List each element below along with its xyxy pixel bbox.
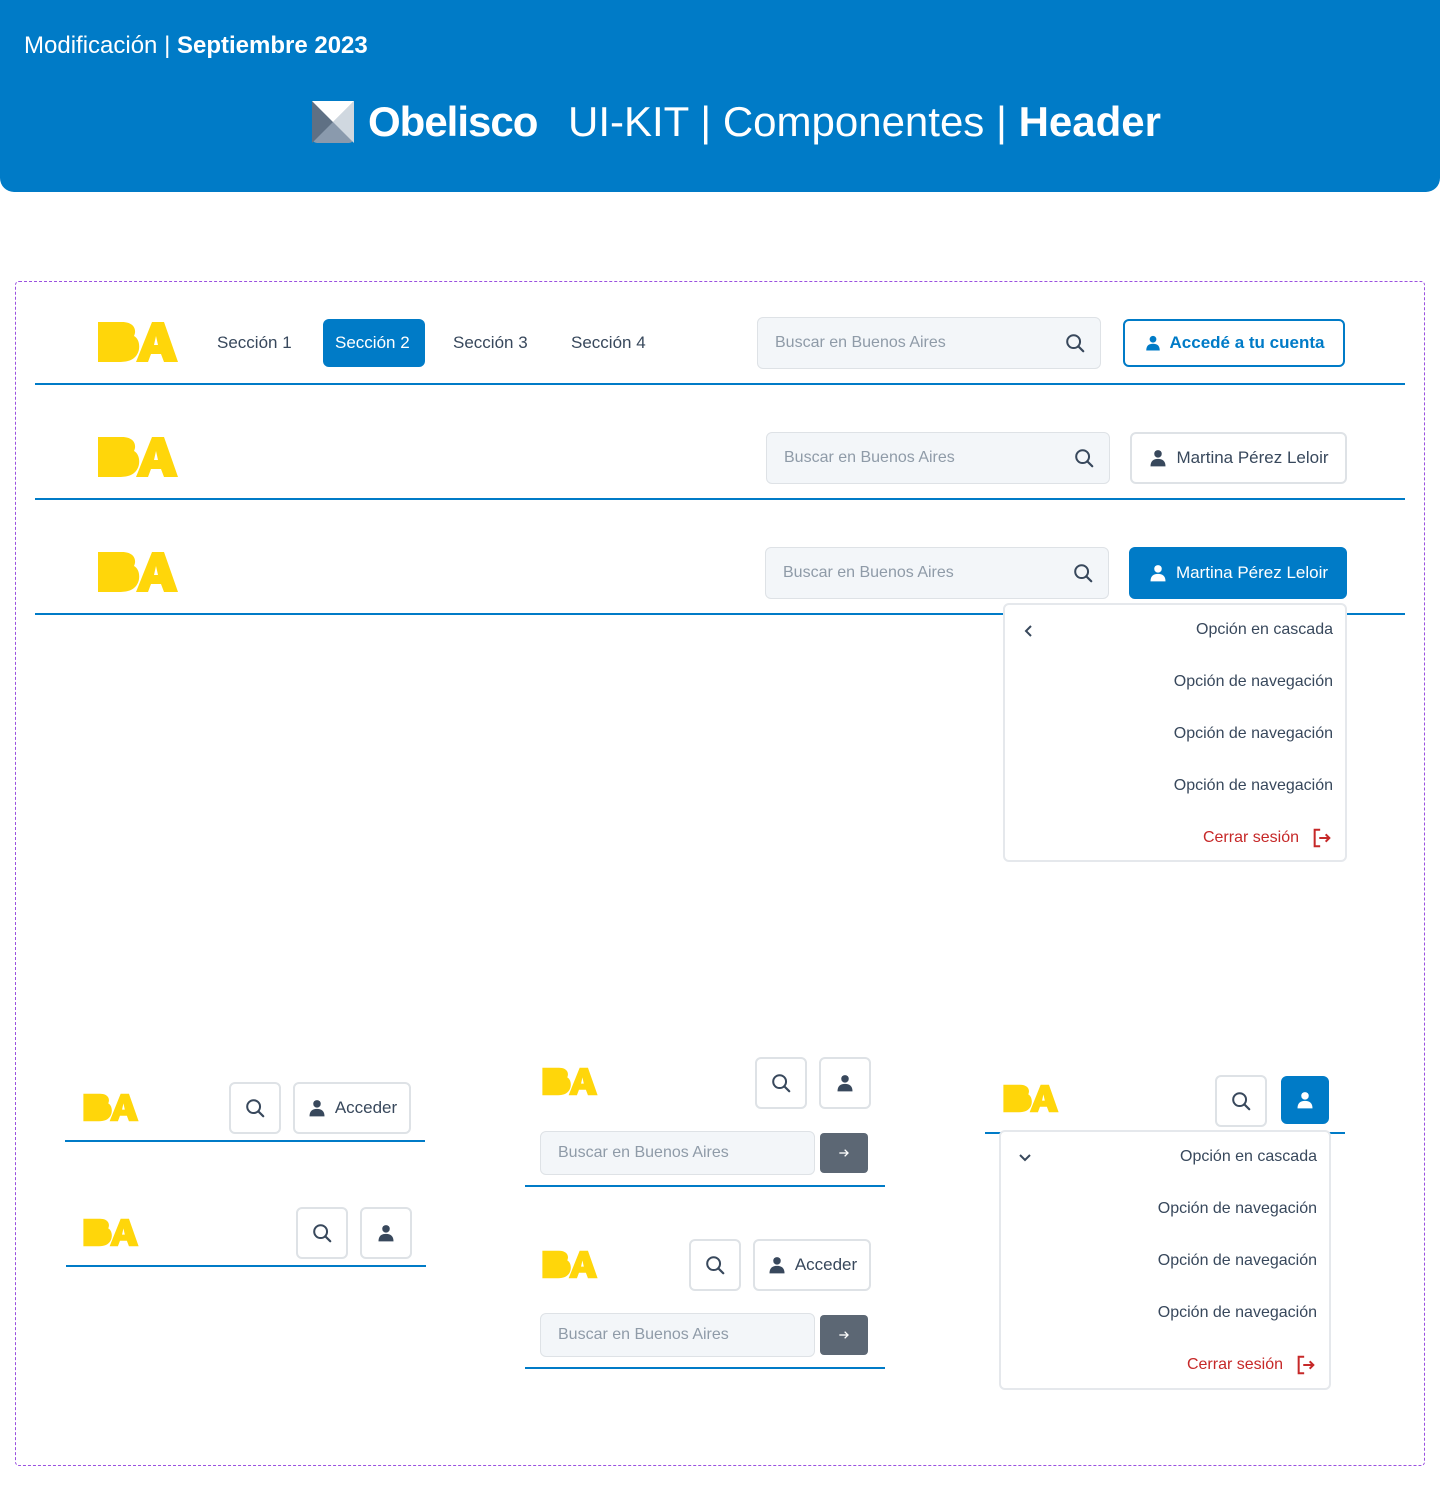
search-button[interactable] — [755, 1057, 807, 1109]
header-divider — [35, 498, 1405, 500]
search-placeholder: Buscar en Buenos Aires — [784, 449, 955, 466]
header-divider — [525, 1367, 885, 1369]
ba-logo[interactable] — [1002, 1083, 1060, 1114]
search-input[interactable]: Buscar en Buenos Aires — [765, 547, 1109, 599]
user-name: Martina Pérez Leloir — [1175, 563, 1329, 582]
search-icon — [244, 1097, 266, 1119]
header-divider — [35, 383, 1405, 385]
ba-logo[interactable] — [541, 1066, 599, 1097]
logout-icon — [1295, 1354, 1317, 1376]
search-icon[interactable] — [1072, 562, 1094, 584]
search-icon[interactable] — [1073, 447, 1095, 469]
user-menu-dropdown: Opción en cascada Opción de navegación O… — [1003, 603, 1347, 862]
ba-logo[interactable] — [82, 1217, 140, 1248]
logout-label: Cerrar sesión — [1202, 829, 1299, 846]
ba-logo[interactable] — [96, 320, 180, 364]
user-button-active[interactable] — [1281, 1076, 1329, 1124]
search-placeholder: Buscar en Buenos Aires — [775, 334, 946, 351]
user-button-active[interactable]: Martina Pérez Leloir — [1129, 547, 1347, 599]
search-icon[interactable] — [1064, 332, 1086, 354]
search-input[interactable]: Buscar en Buenos Aires — [540, 1131, 815, 1175]
menu-item-cascade[interactable]: Opción en cascada — [1196, 621, 1333, 639]
search-icon — [770, 1072, 792, 1094]
ba-logo[interactable] — [541, 1249, 599, 1280]
user-button[interactable]: Martina Pérez Leloir — [1130, 432, 1347, 484]
header-divider — [525, 1185, 885, 1187]
modification-label: Modificación | Septiembre 2023 — [24, 32, 368, 59]
user-name: Martina Pérez Leloir — [1176, 448, 1329, 467]
access-label: Acceder — [334, 1098, 398, 1117]
nav-item-seccion-3[interactable]: Sección 3 — [441, 319, 540, 367]
search-submit-button[interactable] — [820, 1315, 868, 1355]
menu-item-nav[interactable]: Opción de navegación — [1158, 1200, 1317, 1218]
user-icon — [376, 1223, 396, 1243]
search-submit-button[interactable] — [820, 1133, 868, 1173]
obelisco-logo-icon — [312, 101, 354, 143]
user-icon — [1148, 563, 1168, 583]
user-icon — [1148, 448, 1168, 468]
user-icon — [307, 1098, 327, 1118]
menu-item-nav[interactable]: Opción de navegación — [1174, 725, 1333, 743]
search-placeholder: Buscar en Buenos Aires — [558, 1326, 729, 1343]
menu-item-nav[interactable]: Opción de navegación — [1158, 1304, 1317, 1322]
logout-button[interactable]: Cerrar sesión — [1203, 827, 1333, 849]
user-icon — [767, 1255, 787, 1275]
user-icon — [1295, 1090, 1315, 1110]
top-banner: Modificación | Septiembre 2023 Obelisco … — [0, 0, 1440, 192]
search-icon — [704, 1254, 726, 1276]
ba-logo[interactable] — [96, 550, 180, 594]
arrow-right-icon — [836, 1145, 852, 1161]
account-button-label: Accedé a tu cuenta — [1169, 333, 1325, 352]
search-placeholder: Buscar en Buenos Aires — [558, 1144, 729, 1161]
nav-item-seccion-4[interactable]: Sección 4 — [559, 319, 658, 367]
search-button[interactable] — [229, 1082, 281, 1134]
search-input[interactable]: Buscar en Buenos Aires — [766, 432, 1110, 484]
menu-item-nav[interactable]: Opción de navegación — [1174, 777, 1333, 795]
header-divider — [65, 1140, 425, 1142]
user-button[interactable] — [819, 1057, 871, 1109]
nav-item-seccion-2[interactable]: Sección 2 — [323, 319, 425, 367]
search-icon — [1230, 1090, 1252, 1112]
search-icon — [311, 1222, 333, 1244]
search-input[interactable]: Buscar en Buenos Aires — [540, 1313, 815, 1357]
chevron-down-icon[interactable] — [1017, 1150, 1033, 1166]
arrow-right-icon — [836, 1327, 852, 1343]
access-button[interactable]: Acceder — [293, 1082, 411, 1134]
user-icon — [1144, 334, 1162, 352]
user-menu-dropdown: Opción en cascada Opción de navegación O… — [999, 1130, 1331, 1390]
user-button[interactable] — [360, 1207, 412, 1259]
search-placeholder: Buscar en Buenos Aires — [783, 564, 954, 581]
logout-label: Cerrar sesión — [1186, 1356, 1283, 1373]
search-button[interactable] — [1215, 1075, 1267, 1127]
access-label: Acceder — [794, 1255, 858, 1274]
menu-item-cascade[interactable]: Opción en cascada — [1180, 1148, 1317, 1166]
account-button[interactable]: Accedé a tu cuenta — [1123, 319, 1345, 367]
search-button[interactable] — [296, 1207, 348, 1259]
logout-icon — [1311, 827, 1333, 849]
brand-name: Obelisco — [368, 98, 538, 145]
header-divider — [66, 1265, 426, 1267]
search-button[interactable] — [689, 1239, 741, 1291]
ba-logo[interactable] — [82, 1092, 140, 1123]
page-title: UI-KIT | Componentes | Header — [568, 98, 1161, 145]
menu-item-nav[interactable]: Opción de navegación — [1158, 1252, 1317, 1270]
access-button[interactable]: Acceder — [753, 1239, 871, 1291]
menu-item-nav[interactable]: Opción de navegación — [1174, 673, 1333, 691]
logout-button[interactable]: Cerrar sesión — [1187, 1354, 1317, 1376]
search-input[interactable]: Buscar en Buenos Aires — [757, 317, 1101, 369]
user-icon — [835, 1073, 855, 1093]
ba-logo[interactable] — [96, 435, 180, 479]
chevron-left-icon[interactable] — [1021, 623, 1037, 639]
nav-item-seccion-1[interactable]: Sección 1 — [205, 319, 304, 367]
